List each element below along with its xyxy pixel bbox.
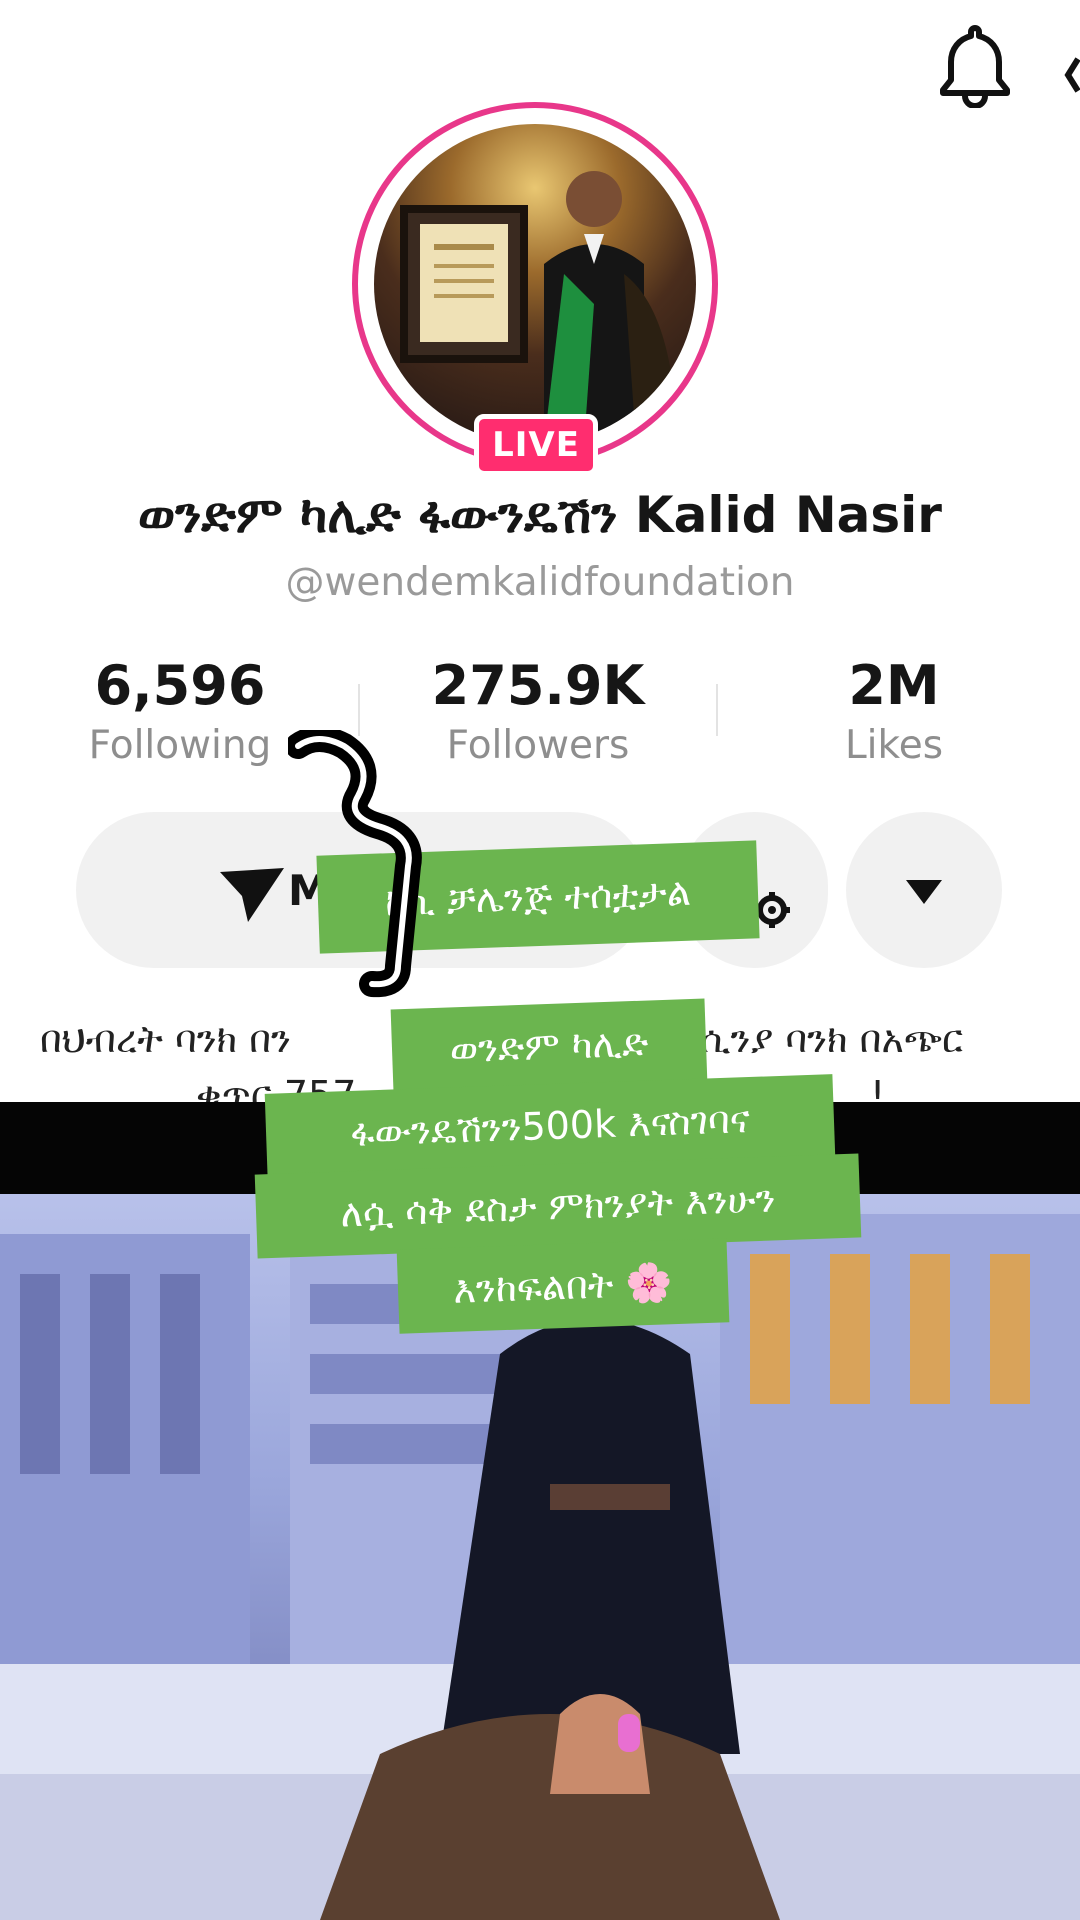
profile-display-name: ወንድም ካሊድ ፋውንዴሽን Kalid Nasir (138, 486, 942, 544)
profile-username: @wendemkalidfoundation (285, 560, 795, 605)
stat-following[interactable]: 6,596 Following (30, 654, 330, 768)
bio-line-1-start: በህብረት ባንክ በን (40, 1017, 291, 1061)
share-icon[interactable] (1064, 55, 1080, 95)
following-count: 6,596 (94, 654, 266, 717)
caption-line-4: እንከፍልበት 🌸 (396, 1238, 730, 1334)
dropdown-icon (906, 880, 942, 904)
hand-drawn-character (288, 730, 422, 998)
profile-avatar[interactable] (352, 102, 718, 466)
avatar-image (374, 124, 696, 444)
likes-count: 2M (848, 654, 940, 717)
notification-bell-icon[interactable] (935, 22, 1015, 108)
stat-divider (716, 684, 718, 736)
bio-line-1-end: ሲንያ ባንክ በአጭር (700, 1017, 964, 1061)
stat-likes[interactable]: 2M Likes (744, 654, 1044, 768)
send-icon (220, 868, 284, 922)
likes-label: Likes (844, 723, 944, 768)
following-label: Following (88, 723, 272, 768)
live-badge[interactable]: LIVE (474, 414, 598, 476)
stat-divider (358, 684, 360, 736)
followers-count: 275.9K (431, 654, 645, 717)
